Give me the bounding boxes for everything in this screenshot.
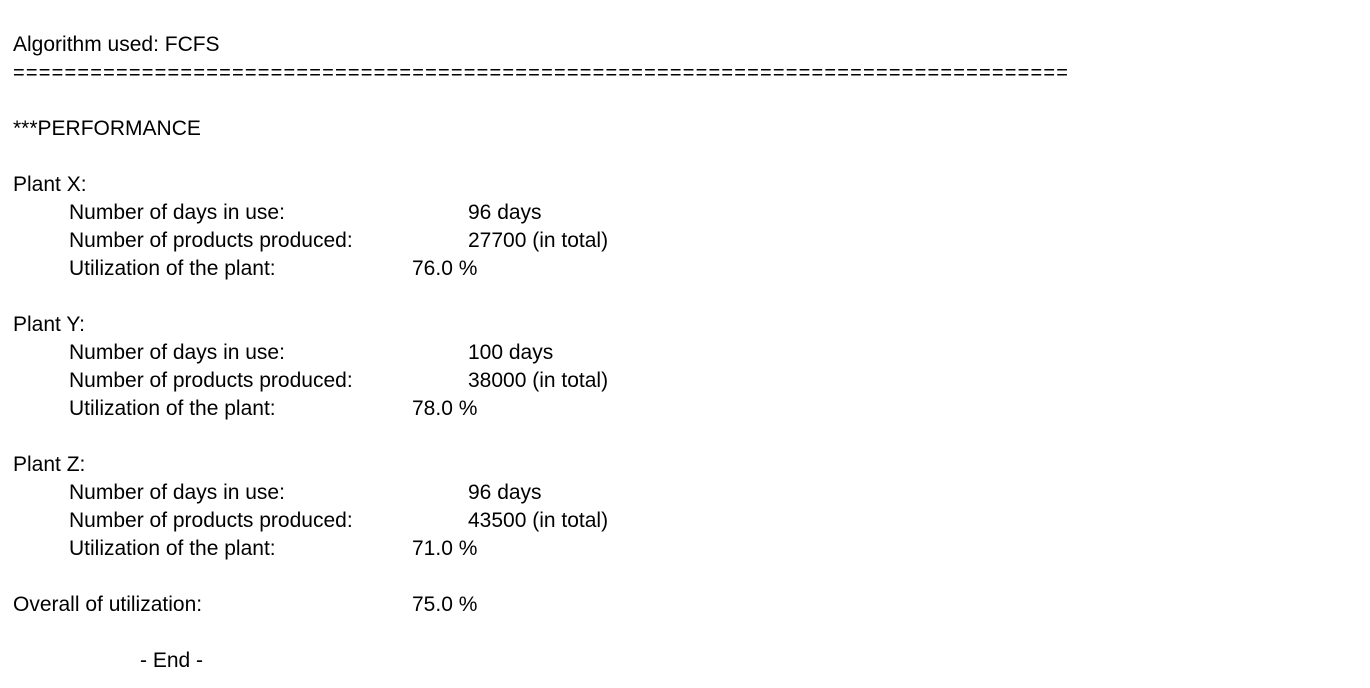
plant-name: Plant X: — [13, 173, 87, 196]
algorithm-line: Algorithm used: FCFS — [13, 33, 220, 56]
products-label: Number of products produced: — [69, 229, 353, 252]
days-value: 100 days — [468, 341, 554, 364]
days-value: 96 days — [468, 481, 542, 504]
overall-utilization-label: Overall of utilization: — [13, 593, 203, 616]
products-value: 43500 (in total) — [468, 509, 609, 532]
plant-name: Plant Y: — [13, 313, 86, 336]
utilization-value: 76.0 % — [412, 257, 478, 280]
days-value: 96 days — [468, 201, 542, 224]
separator-line: ========================================… — [13, 62, 1070, 84]
overall-utilization-value: 75.0 % — [412, 593, 478, 616]
products-label: Number of products produced: — [69, 369, 353, 392]
end-marker: - End - — [140, 649, 204, 672]
plant-name: Plant Z: — [13, 453, 86, 476]
utilization-value: 71.0 % — [412, 537, 478, 560]
products-value: 27700 (in total) — [468, 229, 609, 252]
days-label: Number of days in use: — [69, 341, 285, 364]
products-label: Number of products produced: — [69, 509, 353, 532]
utilization-value: 78.0 % — [412, 397, 478, 420]
utilization-label: Utilization of the plant: — [69, 397, 276, 420]
utilization-label: Utilization of the plant: — [69, 257, 276, 280]
section-title: ***PERFORMANCE — [13, 117, 201, 140]
days-label: Number of days in use: — [69, 481, 285, 504]
days-label: Number of days in use: — [69, 201, 285, 224]
utilization-label: Utilization of the plant: — [69, 537, 276, 560]
products-value: 38000 (in total) — [468, 369, 609, 392]
